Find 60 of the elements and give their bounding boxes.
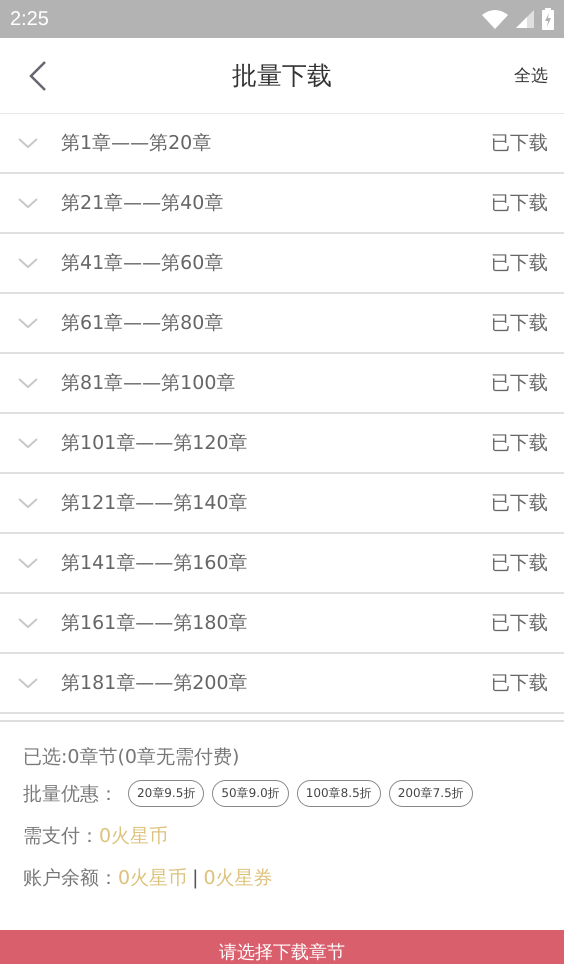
chevron-down-icon <box>18 557 38 569</box>
discount-tag: 100章8.5折 <box>296 780 381 807</box>
chapter-range: 第61章——第80章 <box>61 311 224 336</box>
chevron-down-icon <box>18 497 38 509</box>
download-status: 已下载 <box>491 131 548 156</box>
chapter-range: 第81章——第100章 <box>61 371 236 396</box>
chapter-row[interactable]: 第21章——第40章 已下载 <box>0 174 564 234</box>
balance-label: 账户余额： <box>23 866 118 891</box>
chapter-row[interactable]: 第41章——第60章 已下载 <box>0 234 564 294</box>
download-status: 已下载 <box>491 491 548 516</box>
download-status: 已下载 <box>491 251 548 276</box>
chapter-row[interactable]: 第181章——第200章 已下载 <box>0 654 564 714</box>
chapter-range: 第121章——第140章 <box>61 491 248 516</box>
chapter-range: 第41章——第60章 <box>61 251 224 276</box>
chevron-down-icon <box>18 197 38 209</box>
chevron-down-icon <box>18 437 38 449</box>
discount-tag: 20章9.5折 <box>128 780 204 807</box>
separator: | <box>192 867 198 889</box>
download-status: 已下载 <box>491 611 548 636</box>
chapter-row[interactable]: 第161章——第180章 已下载 <box>0 594 564 654</box>
clock: 2:25 <box>10 8 49 30</box>
chapter-range: 第101章——第120章 <box>61 431 248 456</box>
battery-icon <box>542 8 554 30</box>
chevron-down-icon <box>18 137 38 149</box>
chevron-down-icon <box>18 677 38 689</box>
chevron-down-icon <box>18 257 38 269</box>
discount-label: 批量优惠： <box>23 782 118 806</box>
coin-balance: 0火星币 <box>118 866 188 891</box>
discount-tag: 50章9.0折 <box>212 780 289 807</box>
download-status: 已下载 <box>491 551 548 576</box>
download-status: 已下载 <box>491 371 548 396</box>
selected-summary: 已选:0章节(0章无需付费) <box>23 745 240 770</box>
chapter-range: 第1章——第20章 <box>61 131 212 156</box>
download-status: 已下载 <box>491 311 548 336</box>
chapter-range: 第21章——第40章 <box>61 191 224 216</box>
chapter-row[interactable]: 第101章——第120章 已下载 <box>0 414 564 474</box>
chapter-range: 第141章——第160章 <box>61 551 248 576</box>
chapter-row[interactable]: 第81章——第100章 已下载 <box>0 354 564 414</box>
chapter-range: 第181章——第200章 <box>61 671 248 696</box>
chapter-row[interactable]: 第141章——第160章 已下载 <box>0 534 564 594</box>
wifi-icon <box>482 9 508 29</box>
chapter-row[interactable]: 第1章——第20章 已下载 <box>0 114 564 174</box>
chevron-down-icon <box>18 317 38 329</box>
chapter-row[interactable]: 第61章——第80章 已下载 <box>0 294 564 354</box>
back-icon[interactable] <box>28 60 48 92</box>
select-all-button[interactable]: 全选 <box>514 64 548 87</box>
chevron-down-icon <box>18 377 38 389</box>
chapter-range: 第161章——第180章 <box>61 611 248 636</box>
download-status: 已下载 <box>491 431 548 456</box>
page-title: 批量下载 <box>232 60 332 92</box>
signal-icon <box>516 10 534 28</box>
pay-amount: 0火星币 <box>99 824 168 849</box>
voucher-balance: 0火星券 <box>204 866 273 891</box>
pay-label: 需支付： <box>23 824 99 849</box>
download-status: 已下载 <box>491 671 548 696</box>
chapter-row[interactable]: 第121章——第140章 已下载 <box>0 474 564 534</box>
download-status: 已下载 <box>491 191 548 216</box>
chevron-down-icon <box>18 617 38 629</box>
download-button[interactable]: 请选择下载章节 <box>0 930 564 964</box>
discount-tag: 200章7.5折 <box>388 780 473 807</box>
